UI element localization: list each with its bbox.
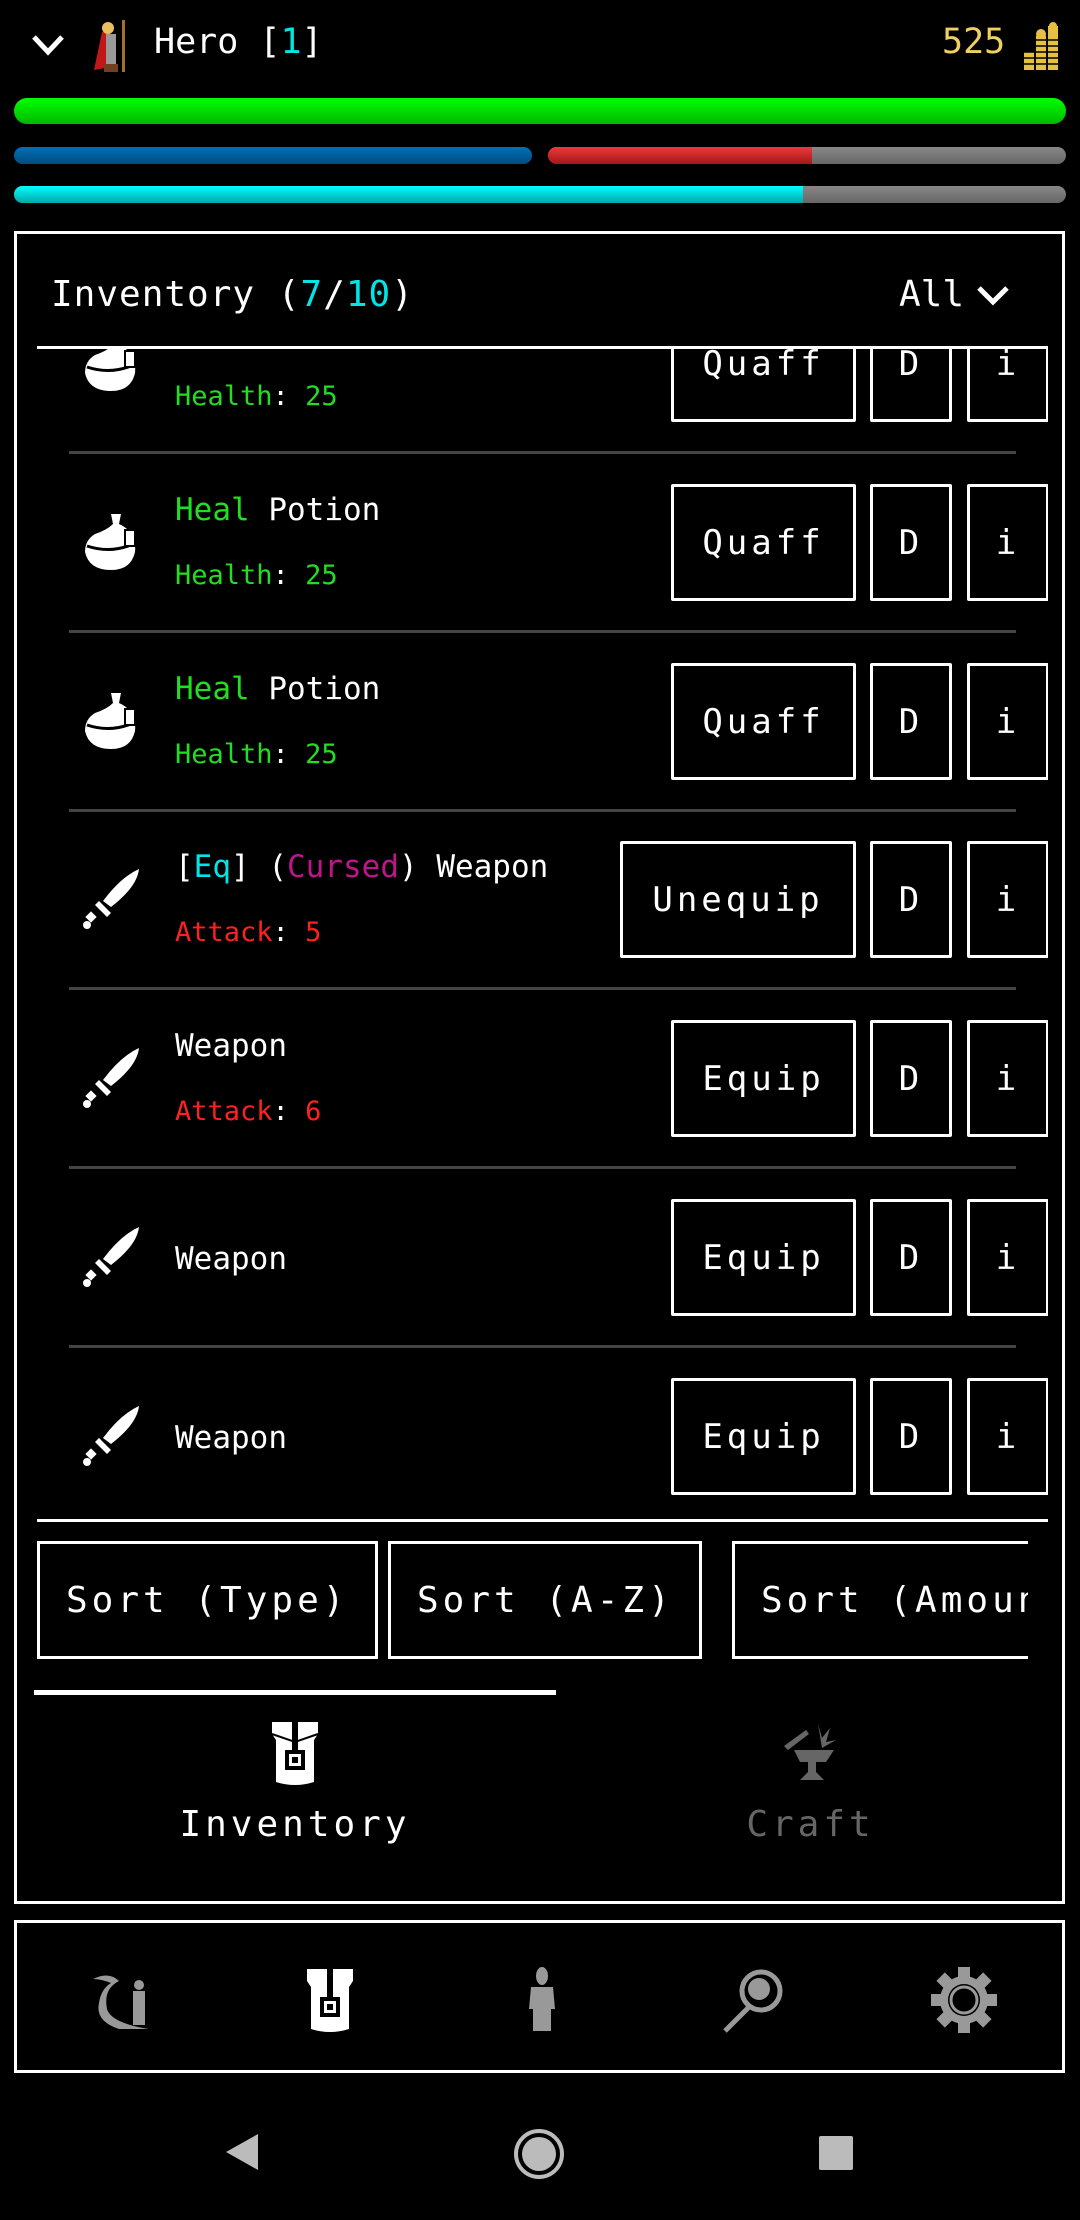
character-icon[interactable] <box>527 1967 557 2031</box>
mana-bar <box>14 147 532 164</box>
quaff-button[interactable]: Quaff <box>671 484 856 601</box>
unequip-button[interactable]: Unequip <box>620 841 856 958</box>
quaff-button[interactable]: Quaff <box>671 349 856 422</box>
gold-coins-icon <box>1022 22 1062 70</box>
inventory-item: Weapon Equip Di <box>37 1348 1048 1519</box>
hero-portrait-icon <box>94 20 125 72</box>
sort-button[interactable]: Sort (Type) <box>37 1541 378 1659</box>
info-button[interactable]: i <box>967 484 1048 601</box>
item-name-text: Potion <box>268 671 381 707</box>
item-name-text: Weapon <box>175 1241 287 1277</box>
equip-button[interactable]: Equip <box>671 1020 856 1137</box>
item-type: Heal <box>175 492 250 528</box>
info-button[interactable]: i <box>967 1020 1048 1137</box>
equip-button[interactable]: Equip <box>671 1199 856 1316</box>
stamina-bar <box>548 147 1066 164</box>
sword-icon <box>81 867 143 931</box>
item-name: Heal Potion <box>175 492 380 528</box>
info-button[interactable]: i <box>967 663 1048 780</box>
chevron-down-icon[interactable] <box>30 32 66 58</box>
item-name-text: Potion <box>268 492 381 528</box>
active-tab-indicator <box>34 1690 556 1695</box>
item-type: Heal <box>175 671 250 707</box>
item-name-text: Weapon <box>175 1028 287 1064</box>
equipped-tag: Eq <box>193 849 231 885</box>
item-name-text: Potion <box>268 346 380 349</box>
recents-button[interactable] <box>819 2136 853 2170</box>
sword-icon <box>81 1404 143 1468</box>
gold-amount: 525 <box>942 22 1006 62</box>
dragon-rider-icon[interactable] <box>89 1973 155 2031</box>
drop-button[interactable]: D <box>870 1199 952 1316</box>
inventory-item: Heal Potion Health: 25 QuaffDi <box>37 454 1048 633</box>
drop-button[interactable]: D <box>870 663 952 780</box>
item-name: Heal Potion <box>175 671 380 707</box>
back-button[interactable] <box>224 2132 260 2172</box>
quaff-button[interactable]: Quaff <box>671 663 856 780</box>
item-name: Heal Potion <box>175 346 380 349</box>
inventory-panel: Inventory (7/10) All Heal Potion Health: … <box>14 231 1065 1904</box>
backpack-icon <box>271 1720 319 1785</box>
inventory-item: [Eq] (Cursed) Weapon Attack: 5 Unequip Di <box>37 811 1048 990</box>
inventory-item: Heal Potion Health: 25 QuaffDi <box>37 346 1048 454</box>
item-name-text: Weapon <box>436 849 549 885</box>
info-button[interactable]: i <box>967 841 1048 958</box>
tab-label: Inventory <box>179 1804 411 1845</box>
chevron-down-icon <box>977 285 1009 306</box>
info-button[interactable]: i <box>967 349 1048 422</box>
filter-dropdown[interactable]: All <box>899 274 1010 315</box>
inventory-item: Weapon Attack: 6 Equip Di <box>37 990 1048 1169</box>
item-name: [Eq] (Cursed) Weapon <box>175 849 549 885</box>
cursed-tag: Cursed <box>287 849 399 885</box>
item-stat: Attack: 6 <box>175 1096 322 1127</box>
drop-button[interactable]: D <box>870 1020 952 1137</box>
inventory-title: Inventory (7/10) <box>51 274 414 315</box>
item-stat: Health: 25 <box>175 739 338 770</box>
bottom-navigation <box>14 1920 1065 2073</box>
potion-icon <box>81 510 143 574</box>
info-button[interactable]: i <box>967 1199 1048 1316</box>
inventory-item: Heal Potion Health: 25 QuaffDi <box>37 633 1048 812</box>
item-name: Weapon <box>175 1241 287 1277</box>
item-type: Heal <box>175 346 250 349</box>
tab-craft[interactable]: Craft <box>556 1700 1065 1890</box>
filter-value: All <box>899 274 965 315</box>
equip-button[interactable]: Equip <box>671 1378 856 1495</box>
inventory-list[interactable]: Heal PotionHealth: 25QuaffDiHeal PotionH… <box>37 346 1048 1522</box>
sword-icon <box>81 1046 143 1110</box>
sword-icon <box>81 1225 143 1289</box>
item-name: Weapon <box>175 1028 287 1064</box>
tab-label: Craft <box>746 1804 875 1845</box>
info-button[interactable]: i <box>967 1378 1048 1495</box>
item-stat: Attack: 5 <box>175 917 322 948</box>
health-bar <box>14 98 1066 124</box>
hero-level: 1 <box>280 22 302 62</box>
drop-button[interactable]: D <box>870 841 952 958</box>
backpack-icon[interactable] <box>303 1967 357 2033</box>
sort-button[interactable]: Sort (A-Z) <box>388 1541 702 1659</box>
gear-icon[interactable] <box>931 1967 997 2033</box>
hero-name: Hero [1] <box>154 22 323 62</box>
home-button[interactable] <box>513 2128 565 2180</box>
item-stat: Health: 25 <box>175 381 338 412</box>
drop-button[interactable]: D <box>870 1378 952 1495</box>
drop-button[interactable]: D <box>870 484 952 601</box>
potion-icon <box>81 689 143 753</box>
magnifier-icon[interactable] <box>721 1967 785 2033</box>
drop-button[interactable]: D <box>870 349 952 422</box>
item-name: Weapon <box>175 1420 287 1456</box>
item-stat: Health: 25 <box>175 560 338 591</box>
experience-bar <box>14 186 1066 203</box>
tab-inventory[interactable]: Inventory <box>34 1700 556 1890</box>
potion-icon <box>81 349 143 395</box>
item-name-text: Weapon <box>175 1420 287 1456</box>
anvil-icon <box>784 1724 836 1780</box>
sort-button[interactable]: Sort (Amount) <box>732 1541 1028 1659</box>
inventory-item: Weapon Equip Di <box>37 1169 1048 1348</box>
